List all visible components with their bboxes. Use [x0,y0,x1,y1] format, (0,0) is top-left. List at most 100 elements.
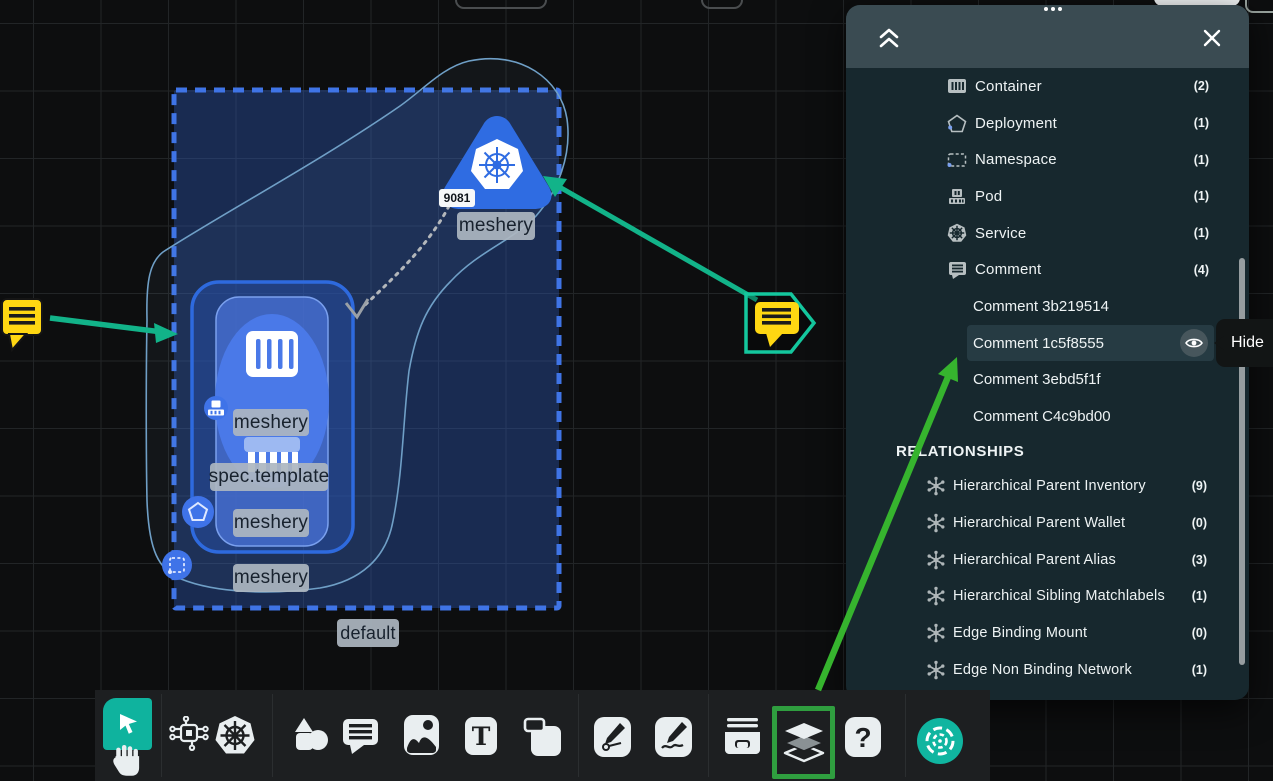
relationship-label: Edge Binding Mount [953,625,1087,641]
relationship-label: Edge Non Binding Network [953,662,1132,678]
service-port-label: 9081 [439,189,475,207]
comment-tool[interactable] [342,718,379,754]
visibility-toggle[interactable] [1180,329,1208,357]
layers-tool-active[interactable] [772,706,835,779]
shapes-tool[interactable] [290,716,332,756]
container-node[interactable] [246,331,298,377]
design-toolbar: T [95,690,990,781]
close-icon[interactable] [1203,29,1221,47]
kind-count: (1) [1194,116,1209,130]
pod-badge-icon [204,396,228,420]
service-label: meshery [457,212,535,240]
drawer-icon [723,718,762,754]
note-icon [523,716,563,758]
container-label: meshery [233,409,309,436]
relationship-count: (0) [1192,516,1207,530]
help-tool[interactable]: ? [844,716,882,758]
deployment-badge-icon [182,496,214,528]
relationship-row[interactable]: Edge Non Binding Network (1) [846,651,1249,688]
comment-node-left[interactable] [2,299,42,350]
deployment-label: meshery [233,564,309,592]
comment-item-label: Comment C4c9bd00 [973,408,1111,425]
relationship-icon [926,586,946,606]
pod-icon [946,187,968,205]
kind-label: Comment [975,261,1041,278]
text-tool[interactable]: T [464,716,498,756]
relationship-count: (9) [1192,479,1207,493]
design-node-tool[interactable] [168,716,210,754]
eye-icon [1185,337,1203,349]
note-tool[interactable] [523,716,563,758]
relationship-count: (0) [1192,626,1207,640]
elements-panel-header [846,5,1249,68]
kind-row-service[interactable]: Service (1) [846,215,1249,252]
svg-text:T: T [472,722,491,751]
relationship-icon [926,476,946,496]
kind-row-deployment[interactable]: Deployment (1) [846,105,1249,142]
kind-count: (1) [1194,189,1209,203]
kubernetes-tool[interactable] [213,714,257,758]
relationship-row[interactable]: Edge Binding Mount (0) [846,615,1249,652]
kind-label: Service [975,225,1026,242]
deployment-icon [946,114,968,132]
kind-label: Deployment [975,115,1057,132]
pen-tool[interactable] [593,716,632,758]
panel-drag-handle[interactable] [1044,5,1066,13]
question-icon: ? [844,716,882,758]
pencil-tool[interactable] [654,716,693,758]
relationship-row[interactable]: Hierarchical Parent Inventory (9) [846,468,1249,505]
kind-row-comment[interactable]: Comment (4) [846,251,1249,288]
pan-tool-button[interactable] [111,744,145,776]
relationship-count: (1) [1192,663,1207,677]
relationship-label: Hierarchical Parent Wallet [953,515,1125,531]
kind-label: Container [975,78,1042,95]
comment-icon [946,261,968,279]
namespace-badge-icon [162,550,192,580]
relationship-icon [926,660,946,680]
kind-count: (1) [1194,226,1209,240]
elements-panel: Container (2) Deployment (1) Namespace (… [846,5,1249,700]
relationship-label: Hierarchical Sibling Matchlabels [953,588,1165,604]
comment-item[interactable]: Comment 3b219514 [846,288,1249,325]
hide-tooltip: Hide [1216,319,1273,367]
collapse-up-icon[interactable] [878,26,900,50]
spec-template-label: spec.template [210,463,328,491]
circuit-icon [168,716,210,754]
service-icon [946,224,968,242]
meshery-logo-button[interactable] [917,718,963,764]
comment-item-highlighted[interactable]: Comment 1c5f8555 [846,325,1249,362]
image-tool[interactable] [403,714,440,756]
comment-node-right[interactable] [746,294,814,352]
comment-tool-icon [342,718,379,754]
pen-icon [593,716,632,758]
relationships-header: RELATIONSHIPS [896,435,1249,468]
relationship-icon [926,513,946,533]
relationship-row[interactable]: Hierarchical Parent Alias (3) [846,541,1249,578]
relationship-row[interactable]: Hierarchical Sibling Matchlabels (1) [846,578,1249,615]
kind-row-namespace[interactable]: Namespace (1) [846,141,1249,178]
select-tool-button[interactable] [103,698,152,750]
namespace-icon [946,151,968,169]
relationship-row[interactable]: Hierarchical Parent Wallet (0) [846,505,1249,542]
kind-row-container[interactable]: Container (2) [846,68,1249,105]
hand-icon [111,744,145,776]
pod-label: meshery [233,509,309,537]
kubernetes-icon [213,714,257,758]
comment-item-label: Comment 3ebd5f1f [973,371,1101,388]
meshery-design-canvas[interactable]: 9081 meshery meshery spec.template meshe… [0,0,1273,781]
relationship-icon [926,550,946,570]
shapes-icon [290,716,332,756]
text-icon: T [464,716,498,756]
relationship-count: (3) [1192,553,1207,567]
kind-row-pod[interactable]: Pod (1) [846,178,1249,215]
kind-count: (4) [1194,263,1209,277]
comment-item[interactable]: Comment C4c9bd00 [846,398,1249,435]
comment-item[interactable]: Comment 3ebd5f1f [846,362,1249,399]
image-icon [403,714,440,756]
meshery-logo-icon [921,722,959,760]
drawer-tool[interactable] [723,718,762,754]
kind-label: Namespace [975,151,1057,168]
comment-item-label: Comment 1c5f8555 [973,335,1104,352]
container-icon [946,77,968,95]
layers-icon [781,721,827,765]
